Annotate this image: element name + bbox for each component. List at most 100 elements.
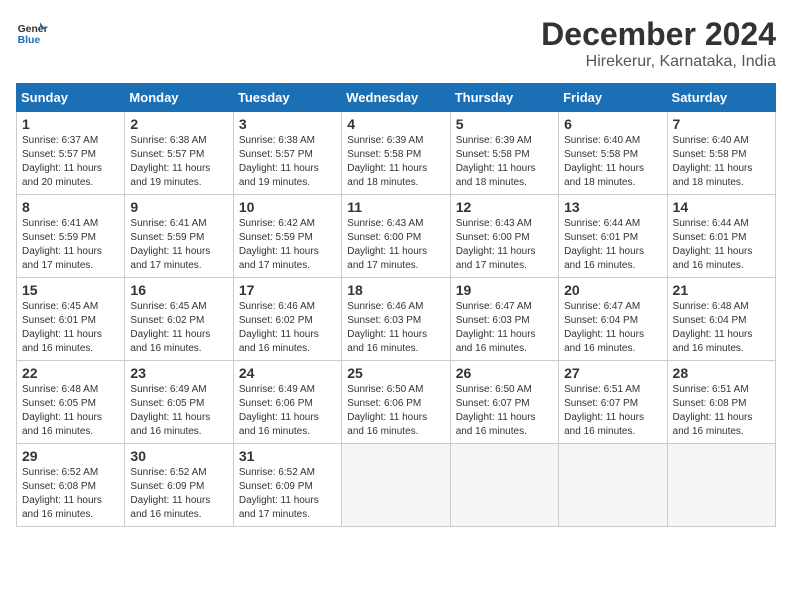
calendar-cell: 14Sunrise: 6:44 AMSunset: 6:01 PMDayligh…: [667, 195, 775, 278]
calendar-cell: 2 Sunrise: 6:38 AMSunset: 5:57 PMDaylight…: [125, 112, 233, 195]
day-number: 16: [130, 282, 227, 298]
calendar-cell: [342, 444, 450, 527]
day-number: 2: [130, 116, 227, 132]
calendar-cell: 19Sunrise: 6:47 AMSunset: 6:03 PMDayligh…: [450, 278, 558, 361]
calendar-cell: 8 Sunrise: 6:41 AMSunset: 5:59 PMDaylight…: [17, 195, 125, 278]
day-number: 10: [239, 199, 336, 215]
day-number: 5: [456, 116, 553, 132]
calendar-cell: 18 Sunrise: 6:46 AMSunset: 6:03 PMDayligh…: [342, 278, 450, 361]
day-number: 8: [22, 199, 119, 215]
header-row: Sunday Monday Tuesday Wednesday Thursday…: [17, 84, 776, 112]
cell-info: Sunrise: 6:38 AMSunset: 5:57 PMDaylight:…: [239, 135, 319, 188]
col-tuesday: Tuesday: [233, 84, 341, 112]
day-number: 24: [239, 365, 336, 381]
calendar-cell: 26 Sunrise: 6:50 AMSunset: 6:07 PMDayligh…: [450, 361, 558, 444]
calendar-table: Sunday Monday Tuesday Wednesday Thursday…: [16, 83, 776, 527]
calendar-cell: 5Sunrise: 6:39 AMSunset: 5:58 PMDaylight…: [450, 112, 558, 195]
day-number: 7: [673, 116, 770, 132]
col-sunday: Sunday: [17, 84, 125, 112]
svg-text:Blue: Blue: [18, 35, 41, 46]
page-header: General Blue December 2024 Hirekerur, Ka…: [16, 16, 776, 71]
calendar-row: 1Sunrise: 6:37 AMSunset: 5:57 PMDaylight…: [17, 112, 776, 195]
day-number: 20: [564, 282, 661, 298]
cell-info: Sunrise: 6:52 AMSunset: 6:09 PMDaylight:…: [239, 467, 319, 520]
cell-info: Sunrise: 6:45 AMSunset: 6:01 PMDaylight:…: [22, 301, 102, 354]
cell-info: Sunrise: 6:51 AMSunset: 6:07 PMDaylight:…: [564, 384, 644, 437]
calendar-cell: 9 Sunrise: 6:41 AMSunset: 5:59 PMDaylight…: [125, 195, 233, 278]
day-number: 9: [130, 199, 227, 215]
calendar-cell: 30 Sunrise: 6:52 AMSunset: 6:09 PMDayligh…: [125, 444, 233, 527]
cell-info: Sunrise: 6:50 AMSunset: 6:07 PMDaylight:…: [456, 384, 536, 437]
cell-info: Sunrise: 6:41 AMSunset: 5:59 PMDaylight:…: [130, 218, 210, 271]
day-number: 4: [347, 116, 444, 132]
cell-info: Sunrise: 6:46 AMSunset: 6:02 PMDaylight:…: [239, 301, 319, 354]
location-title: Hirekerur, Karnataka, India: [541, 53, 776, 71]
calendar-row: 29 Sunrise: 6:52 AMSunset: 6:08 PMDayligh…: [17, 444, 776, 527]
calendar-row: 8 Sunrise: 6:41 AMSunset: 5:59 PMDaylight…: [17, 195, 776, 278]
calendar-row: 22 Sunrise: 6:48 AMSunset: 6:05 PMDayligh…: [17, 361, 776, 444]
cell-info: Sunrise: 6:52 AMSunset: 6:08 PMDaylight:…: [22, 467, 102, 520]
cell-info: Sunrise: 6:44 AMSunset: 6:01 PMDaylight:…: [564, 218, 644, 271]
day-number: 18: [347, 282, 444, 298]
day-number: 12: [456, 199, 553, 215]
calendar-cell: [667, 444, 775, 527]
day-number: 31: [239, 448, 336, 464]
calendar-cell: 20 Sunrise: 6:47 AMSunset: 6:04 PMDayligh…: [559, 278, 667, 361]
calendar-cell: [450, 444, 558, 527]
calendar-row: 15Sunrise: 6:45 AMSunset: 6:01 PMDayligh…: [17, 278, 776, 361]
cell-info: Sunrise: 6:40 AMSunset: 5:58 PMDaylight:…: [564, 135, 644, 188]
calendar-cell: 7 Sunrise: 6:40 AMSunset: 5:58 PMDaylight…: [667, 112, 775, 195]
day-number: 29: [22, 448, 119, 464]
calendar-cell: 12 Sunrise: 6:43 AMSunset: 6:00 PMDayligh…: [450, 195, 558, 278]
cell-info: Sunrise: 6:38 AMSunset: 5:57 PMDaylight:…: [130, 135, 210, 188]
month-title: December 2024: [541, 16, 776, 53]
calendar-cell: 27 Sunrise: 6:51 AMSunset: 6:07 PMDayligh…: [559, 361, 667, 444]
cell-info: Sunrise: 6:42 AMSunset: 5:59 PMDaylight:…: [239, 218, 319, 271]
day-number: 14: [673, 199, 770, 215]
calendar-cell: 29 Sunrise: 6:52 AMSunset: 6:08 PMDayligh…: [17, 444, 125, 527]
calendar-cell: 16 Sunrise: 6:45 AMSunset: 6:02 PMDayligh…: [125, 278, 233, 361]
cell-info: Sunrise: 6:47 AMSunset: 6:04 PMDaylight:…: [564, 301, 644, 354]
calendar-cell: 15Sunrise: 6:45 AMSunset: 6:01 PMDayligh…: [17, 278, 125, 361]
calendar-cell: 4Sunrise: 6:39 AMSunset: 5:58 PMDaylight…: [342, 112, 450, 195]
calendar-cell: 17Sunrise: 6:46 AMSunset: 6:02 PMDayligh…: [233, 278, 341, 361]
cell-info: Sunrise: 6:45 AMSunset: 6:02 PMDaylight:…: [130, 301, 210, 354]
day-number: 26: [456, 365, 553, 381]
day-number: 13: [564, 199, 661, 215]
calendar-cell: 25 Sunrise: 6:50 AMSunset: 6:06 PMDayligh…: [342, 361, 450, 444]
cell-info: Sunrise: 6:49 AMSunset: 6:06 PMDaylight:…: [239, 384, 319, 437]
calendar-cell: 23 Sunrise: 6:49 AMSunset: 6:05 PMDayligh…: [125, 361, 233, 444]
cell-info: Sunrise: 6:48 AMSunset: 6:05 PMDaylight:…: [22, 384, 102, 437]
calendar-cell: 31 Sunrise: 6:52 AMSunset: 6:09 PMDayligh…: [233, 444, 341, 527]
col-monday: Monday: [125, 84, 233, 112]
cell-info: Sunrise: 6:43 AMSunset: 6:00 PMDaylight:…: [456, 218, 536, 271]
cell-info: Sunrise: 6:50 AMSunset: 6:06 PMDaylight:…: [347, 384, 427, 437]
calendar-cell: 22 Sunrise: 6:48 AMSunset: 6:05 PMDayligh…: [17, 361, 125, 444]
cell-info: Sunrise: 6:43 AMSunset: 6:00 PMDaylight:…: [347, 218, 427, 271]
cell-info: Sunrise: 6:49 AMSunset: 6:05 PMDaylight:…: [130, 384, 210, 437]
cell-info: Sunrise: 6:52 AMSunset: 6:09 PMDaylight:…: [130, 467, 210, 520]
day-number: 3: [239, 116, 336, 132]
day-number: 28: [673, 365, 770, 381]
day-number: 25: [347, 365, 444, 381]
svg-text:General: General: [18, 24, 48, 35]
col-thursday: Thursday: [450, 84, 558, 112]
day-number: 11: [347, 199, 444, 215]
col-wednesday: Wednesday: [342, 84, 450, 112]
calendar-cell: [559, 444, 667, 527]
logo: General Blue: [16, 16, 48, 48]
calendar-cell: 6 Sunrise: 6:40 AMSunset: 5:58 PMDaylight…: [559, 112, 667, 195]
cell-info: Sunrise: 6:41 AMSunset: 5:59 PMDaylight:…: [22, 218, 102, 271]
logo-icon: General Blue: [16, 16, 48, 48]
cell-info: Sunrise: 6:46 AMSunset: 6:03 PMDaylight:…: [347, 301, 427, 354]
day-number: 27: [564, 365, 661, 381]
calendar-cell: 11 Sunrise: 6:43 AMSunset: 6:00 PMDayligh…: [342, 195, 450, 278]
col-friday: Friday: [559, 84, 667, 112]
day-number: 23: [130, 365, 227, 381]
day-number: 22: [22, 365, 119, 381]
day-number: 30: [130, 448, 227, 464]
day-number: 6: [564, 116, 661, 132]
cell-info: Sunrise: 6:40 AMSunset: 5:58 PMDaylight:…: [673, 135, 753, 188]
calendar-cell: 1Sunrise: 6:37 AMSunset: 5:57 PMDaylight…: [17, 112, 125, 195]
cell-info: Sunrise: 6:37 AMSunset: 5:57 PMDaylight:…: [22, 135, 102, 188]
